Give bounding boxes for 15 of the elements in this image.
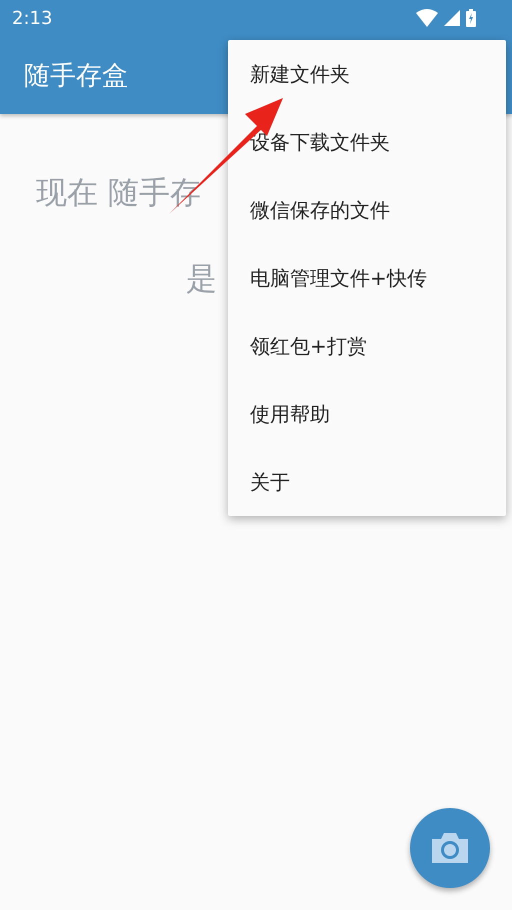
menu-item[interactable]: 领红包+打赏 [228,312,506,380]
camera-icon [430,831,470,865]
menu-item[interactable]: 新建文件夹 [228,40,506,108]
signal-icon [444,10,460,26]
menu-item[interactable]: 关于 [228,448,506,516]
status-time: 2:13 [12,8,52,28]
camera-button[interactable] [410,808,490,888]
wifi-icon [416,9,438,27]
empty-message: 是 [186,260,217,299]
menu-item[interactable]: 设备下载文件夹 [228,108,506,176]
menu-item[interactable]: 电脑管理文件+快传 [228,244,506,312]
menu-item[interactable]: 微信保存的文件 [228,176,506,244]
battery-icon [466,9,476,27]
menu-item[interactable]: 使用帮助 [228,380,506,448]
app-title: 随手存盒 [24,60,128,92]
